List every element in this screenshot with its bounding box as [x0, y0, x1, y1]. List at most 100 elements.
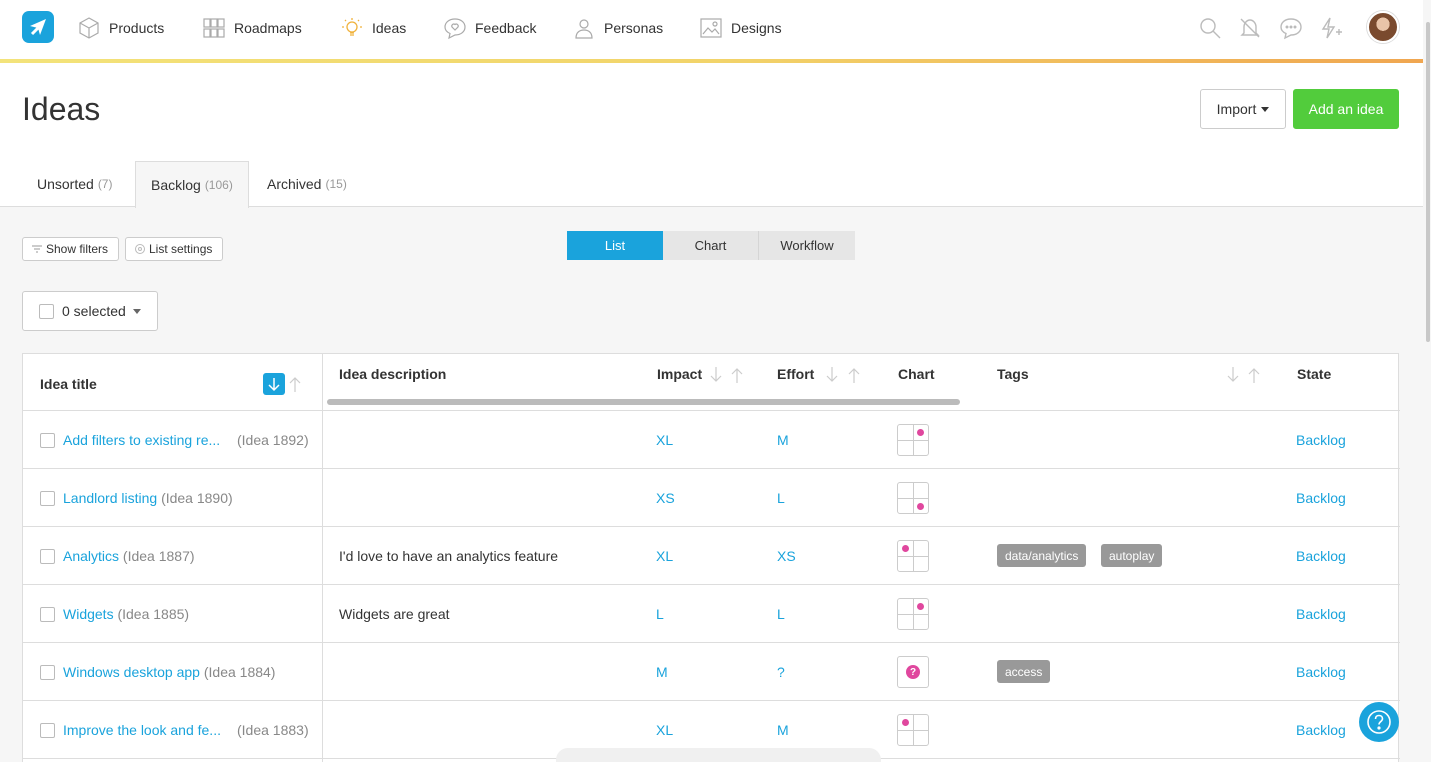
grid-icon	[203, 18, 225, 38]
nav-label: Feedback	[475, 20, 537, 36]
add-idea-button[interactable]: Add an idea	[1293, 89, 1399, 129]
list-settings-button[interactable]: List settings	[125, 237, 224, 261]
impact-effort-mini-chart[interactable]	[897, 714, 929, 746]
impact-effort-mini-chart[interactable]	[897, 482, 929, 514]
sort-desc-icon[interactable]	[1226, 365, 1240, 390]
impact-value[interactable]: M	[656, 664, 668, 680]
idea-title-link[interactable]: Widgets	[63, 606, 114, 622]
row-checkbox[interactable]	[40, 433, 55, 448]
idea-title-link[interactable]: Windows desktop app	[63, 664, 200, 680]
tab-archived[interactable]: Archived (15)	[252, 161, 362, 207]
effort-value[interactable]: L	[777, 606, 785, 622]
horizontal-scrollbar[interactable]	[327, 399, 960, 405]
show-filters-button[interactable]: Show filters	[22, 237, 120, 261]
column-state[interactable]: State	[1297, 366, 1331, 382]
nav-personas[interactable]: Personas	[572, 14, 663, 42]
idea-ref: (Idea 1887)	[122, 548, 195, 564]
selection-dropdown[interactable]: 0 selected	[22, 291, 158, 331]
impact-value[interactable]: XL	[656, 432, 673, 448]
table-row[interactable]: Windows desktop app (Idea 1884) M ? ? ac…	[23, 643, 1400, 701]
column-effort[interactable]: Effort	[777, 366, 814, 382]
page-header: Ideas Import Add an idea Unsorted (7) Ba…	[0, 63, 1423, 208]
tab-backlog[interactable]: Backlog (106)	[135, 161, 249, 208]
view-list-button[interactable]: List	[567, 231, 663, 260]
state-value[interactable]: Backlog	[1296, 548, 1346, 564]
impact-effort-mini-chart[interactable]: ?	[897, 656, 929, 688]
show-filters-label: Show filters	[46, 242, 109, 256]
sort-desc-icon[interactable]	[709, 365, 723, 390]
chat-icon[interactable]	[1278, 14, 1304, 42]
state-value[interactable]: Backlog	[1296, 432, 1346, 448]
state-value[interactable]: Backlog	[1296, 606, 1346, 622]
logo-icon[interactable]	[22, 11, 54, 43]
chart-dot	[902, 719, 909, 726]
column-tags[interactable]: Tags	[997, 366, 1029, 382]
impact-effort-mini-chart[interactable]	[897, 598, 929, 630]
tab-unsorted[interactable]: Unsorted (7)	[22, 161, 127, 207]
table-row[interactable]: Landlord listing (Idea 1890) XS L Backlo…	[23, 469, 1400, 527]
view-chart-button[interactable]: Chart	[663, 231, 759, 260]
idea-title-link[interactable]: Add filters to existing re...	[63, 432, 220, 448]
bottom-toolbar	[556, 748, 881, 762]
row-checkbox[interactable]	[40, 665, 55, 680]
impact-effort-mini-chart[interactable]	[897, 424, 929, 456]
idea-title-link[interactable]: Improve the look and fe...	[63, 722, 221, 738]
row-checkbox[interactable]	[40, 723, 55, 738]
table-row[interactable]: Analytics (Idea 1887) I'd love to have a…	[23, 527, 1400, 585]
impact-value[interactable]: XL	[656, 548, 673, 564]
effort-value[interactable]: XS	[777, 548, 796, 564]
nav-designs[interactable]: Designs	[699, 14, 782, 42]
sort-asc-icon[interactable]	[847, 365, 861, 390]
sort-desc-icon[interactable]	[825, 365, 839, 390]
sort-asc-icon[interactable]	[730, 365, 744, 390]
column-impact[interactable]: Impact	[657, 366, 702, 382]
impact-effort-mini-chart[interactable]	[897, 540, 929, 572]
nav-feedback[interactable]: Feedback	[443, 14, 536, 42]
tag-badge[interactable]: autoplay	[1101, 544, 1163, 567]
idea-title-link[interactable]: Analytics	[63, 548, 119, 564]
effort-value[interactable]: L	[777, 490, 785, 506]
sort-asc-icon[interactable]	[288, 374, 302, 399]
import-label: Import	[1216, 101, 1257, 117]
table-row[interactable]: Add filters to existing re... (Idea 1892…	[23, 411, 1400, 469]
nav-ideas[interactable]: Ideas	[340, 14, 406, 42]
sort-asc-icon[interactable]	[1247, 365, 1261, 390]
effort-value[interactable]: ?	[777, 664, 785, 680]
idea-ref: (Idea 1885)	[117, 606, 190, 622]
column-chart[interactable]: Chart	[898, 366, 935, 382]
nav-label: Roadmaps	[234, 20, 302, 36]
state-value[interactable]: Backlog	[1296, 722, 1346, 738]
tag-badge[interactable]: access	[997, 660, 1051, 683]
help-button[interactable]	[1359, 702, 1399, 742]
state-value[interactable]: Backlog	[1296, 664, 1346, 680]
nav-products[interactable]: Products	[77, 14, 164, 42]
tab-count: (7)	[97, 177, 113, 191]
select-all-checkbox[interactable]	[39, 303, 54, 319]
view-workflow-button[interactable]: Workflow	[759, 231, 855, 260]
effort-value[interactable]: M	[777, 432, 789, 448]
image-icon	[700, 18, 722, 38]
state-value[interactable]: Backlog	[1296, 490, 1346, 506]
import-button[interactable]: Import	[1200, 89, 1286, 129]
search-icon[interactable]	[1197, 14, 1223, 42]
nav-roadmaps[interactable]: Roadmaps	[202, 14, 302, 42]
cube-icon	[79, 17, 99, 39]
impact-value[interactable]: L	[656, 606, 664, 622]
row-checkbox[interactable]	[40, 549, 55, 564]
impact-value[interactable]: XS	[656, 490, 675, 506]
tag-badge[interactable]: data/analytics	[997, 544, 1087, 567]
bell-off-icon[interactable]	[1237, 14, 1263, 42]
avatar[interactable]	[1367, 11, 1399, 43]
row-checkbox[interactable]	[40, 491, 55, 506]
lightning-plus-icon[interactable]	[1318, 14, 1344, 42]
column-idea-description[interactable]: Idea description	[339, 366, 446, 382]
vertical-scrollbar[interactable]	[1426, 22, 1430, 342]
row-checkbox[interactable]	[40, 607, 55, 622]
idea-title-link[interactable]: Landlord listing	[63, 490, 157, 506]
impact-value[interactable]: XL	[656, 722, 673, 738]
selected-count: 0 selected	[62, 303, 126, 319]
table-row[interactable]: Widgets (Idea 1885) Widgets are great L …	[23, 585, 1400, 643]
sort-desc-icon[interactable]	[263, 373, 285, 395]
effort-value[interactable]: M	[777, 722, 789, 738]
column-idea-title[interactable]: Idea title	[40, 376, 97, 392]
